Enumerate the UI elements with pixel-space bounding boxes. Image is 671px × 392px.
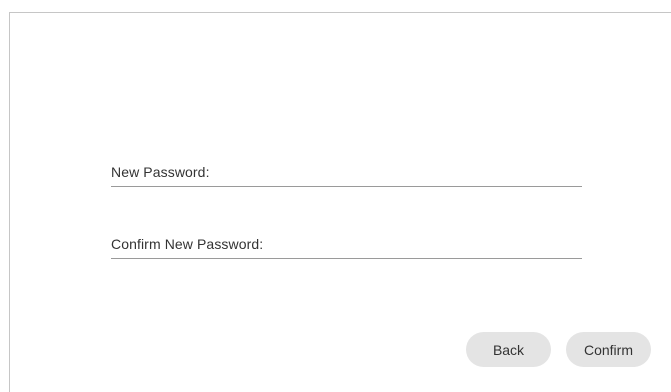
confirm-password-label: Confirm New Password: — [111, 236, 264, 252]
new-password-field[interactable]: New Password: — [111, 160, 582, 187]
back-button[interactable]: Back — [466, 332, 551, 367]
new-password-label: New Password: — [111, 164, 210, 180]
confirm-password-field[interactable]: Confirm New Password: — [111, 232, 582, 259]
confirm-button[interactable]: Confirm — [566, 332, 651, 367]
